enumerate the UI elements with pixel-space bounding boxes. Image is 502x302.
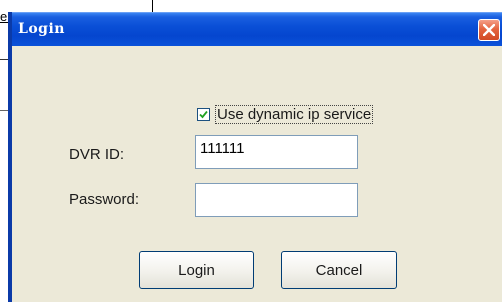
title-bar[interactable]: Login [12, 12, 502, 46]
dialog-title: Login [18, 21, 65, 37]
dvr-id-field[interactable]: 111111 [195, 135, 358, 169]
checkmark-icon [199, 110, 208, 118]
password-field[interactable] [195, 183, 358, 217]
close-icon [483, 24, 495, 36]
checkbox-box[interactable] [197, 107, 210, 121]
close-button[interactable] [478, 19, 500, 41]
password-label: Password: [69, 191, 140, 208]
dvr-id-label: DVR ID: [69, 146, 125, 163]
login-button[interactable]: Login [139, 251, 254, 289]
login-dialog: Login Use dynamic ip service DVR ID: 111… [8, 12, 502, 302]
background-divider [152, 0, 153, 12]
cancel-button[interactable]: Cancel [281, 251, 397, 289]
dynamic-ip-checkbox[interactable]: Use dynamic ip service [197, 104, 374, 124]
dynamic-ip-label[interactable]: Use dynamic ip service [215, 104, 374, 124]
